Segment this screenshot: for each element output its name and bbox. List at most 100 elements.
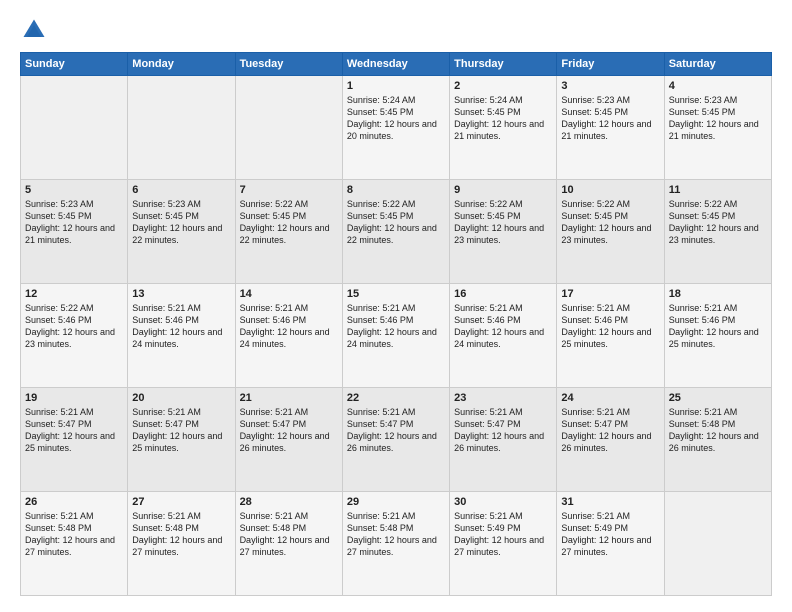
calendar-week-5: 26 Sunrise: 5:21 AMSunset: 5:48 PMDayligh… — [21, 492, 772, 596]
calendar-cell: 14 Sunrise: 5:21 AMSunset: 5:46 PMDayligh… — [235, 284, 342, 388]
calendar: SundayMondayTuesdayWednesdayThursdayFrid… — [20, 52, 772, 596]
weekday-header-friday: Friday — [557, 53, 664, 76]
calendar-cell: 16 Sunrise: 5:21 AMSunset: 5:46 PMDayligh… — [450, 284, 557, 388]
calendar-cell: 2 Sunrise: 5:24 AMSunset: 5:45 PMDaylight… — [450, 76, 557, 180]
calendar-cell: 20 Sunrise: 5:21 AMSunset: 5:47 PMDayligh… — [128, 388, 235, 492]
cell-details: Sunrise: 5:21 AMSunset: 5:46 PMDaylight:… — [561, 302, 659, 351]
day-number: 20 — [132, 392, 230, 404]
calendar-cell: 10 Sunrise: 5:22 AMSunset: 5:45 PMDayligh… — [557, 180, 664, 284]
cell-details: Sunrise: 5:21 AMSunset: 5:47 PMDaylight:… — [454, 406, 552, 455]
calendar-cell: 12 Sunrise: 5:22 AMSunset: 5:46 PMDayligh… — [21, 284, 128, 388]
cell-details: Sunrise: 5:21 AMSunset: 5:46 PMDaylight:… — [454, 302, 552, 351]
day-number: 14 — [240, 288, 338, 300]
cell-details: Sunrise: 5:21 AMSunset: 5:48 PMDaylight:… — [25, 510, 123, 559]
cell-details: Sunrise: 5:22 AMSunset: 5:45 PMDaylight:… — [454, 198, 552, 247]
day-number: 3 — [561, 80, 659, 92]
calendar-cell: 11 Sunrise: 5:22 AMSunset: 5:45 PMDayligh… — [664, 180, 771, 284]
calendar-cell: 6Sunrise: 5:23 AMSunset: 5:45 PMDaylight… — [128, 180, 235, 284]
cell-details: Sunrise: 5:21 AMSunset: 5:49 PMDaylight:… — [454, 510, 552, 559]
cell-details: Sunrise: 5:21 AMSunset: 5:48 PMDaylight:… — [347, 510, 445, 559]
cell-details: Sunrise: 5:21 AMSunset: 5:47 PMDaylight:… — [347, 406, 445, 455]
day-number: 7 — [240, 184, 338, 196]
day-number: 22 — [347, 392, 445, 404]
day-number: 16 — [454, 288, 552, 300]
day-number: 15 — [347, 288, 445, 300]
cell-details: Sunrise: 5:21 AMSunset: 5:48 PMDaylight:… — [240, 510, 338, 559]
day-number: 26 — [25, 496, 123, 508]
calendar-cell: 17 Sunrise: 5:21 AMSunset: 5:46 PMDayligh… — [557, 284, 664, 388]
cell-details: Sunrise: 5:21 AMSunset: 5:46 PMDaylight:… — [669, 302, 767, 351]
day-number: 27 — [132, 496, 230, 508]
calendar-cell: 8 Sunrise: 5:22 AMSunset: 5:45 PMDaylight… — [342, 180, 449, 284]
calendar-cell — [128, 76, 235, 180]
calendar-cell: 19 Sunrise: 5:21 AMSunset: 5:47 PMDayligh… — [21, 388, 128, 492]
day-number: 11 — [669, 184, 767, 196]
day-number: 28 — [240, 496, 338, 508]
cell-details: Sunrise: 5:21 AMSunset: 5:47 PMDaylight:… — [132, 406, 230, 455]
day-number: 10 — [561, 184, 659, 196]
day-number: 4 — [669, 80, 767, 92]
day-number: 6 — [132, 184, 230, 196]
header — [20, 16, 772, 44]
cell-details: Sunrise: 5:22 AMSunset: 5:45 PMDaylight:… — [347, 198, 445, 247]
cell-details: Sunrise: 5:21 AMSunset: 5:47 PMDaylight:… — [25, 406, 123, 455]
calendar-cell: 13 Sunrise: 5:21 AMSunset: 5:46 PMDayligh… — [128, 284, 235, 388]
page: SundayMondayTuesdayWednesdayThursdayFrid… — [0, 0, 792, 612]
cell-details: Sunrise: 5:22 AMSunset: 5:46 PMDaylight:… — [25, 302, 123, 351]
day-number: 5 — [25, 184, 123, 196]
day-number: 8 — [347, 184, 445, 196]
calendar-cell: 28 Sunrise: 5:21 AMSunset: 5:48 PMDayligh… — [235, 492, 342, 596]
day-number: 25 — [669, 392, 767, 404]
cell-details: Sunrise: 5:22 AMSunset: 5:45 PMDaylight:… — [240, 198, 338, 247]
cell-details: Sunrise: 5:21 AMSunset: 5:46 PMDaylight:… — [240, 302, 338, 351]
calendar-cell: 24 Sunrise: 5:21 AMSunset: 5:47 PMDayligh… — [557, 388, 664, 492]
cell-details: Sunrise: 5:23 AMSunset: 5:45 PMDaylight:… — [25, 198, 123, 247]
cell-details: Sunrise: 5:21 AMSunset: 5:46 PMDaylight:… — [347, 302, 445, 351]
weekday-header-sunday: Sunday — [21, 53, 128, 76]
calendar-table: SundayMondayTuesdayWednesdayThursdayFrid… — [20, 52, 772, 596]
day-number: 23 — [454, 392, 552, 404]
cell-details: Sunrise: 5:21 AMSunset: 5:48 PMDaylight:… — [132, 510, 230, 559]
calendar-cell: 4Sunrise: 5:23 AMSunset: 5:45 PMDaylight… — [664, 76, 771, 180]
day-number: 21 — [240, 392, 338, 404]
day-number: 31 — [561, 496, 659, 508]
day-number: 18 — [669, 288, 767, 300]
weekday-header-monday: Monday — [128, 53, 235, 76]
calendar-cell: 7 Sunrise: 5:22 AMSunset: 5:45 PMDaylight… — [235, 180, 342, 284]
calendar-cell: 3Sunrise: 5:23 AMSunset: 5:45 PMDaylight… — [557, 76, 664, 180]
day-number: 17 — [561, 288, 659, 300]
cell-details: Sunrise: 5:21 AMSunset: 5:47 PMDaylight:… — [240, 406, 338, 455]
cell-details: Sunrise: 5:21 AMSunset: 5:47 PMDaylight:… — [561, 406, 659, 455]
calendar-cell: 29 Sunrise: 5:21 AMSunset: 5:48 PMDayligh… — [342, 492, 449, 596]
weekday-header-wednesday: Wednesday — [342, 53, 449, 76]
cell-details: Sunrise: 5:22 AMSunset: 5:45 PMDaylight:… — [669, 198, 767, 247]
day-number: 29 — [347, 496, 445, 508]
day-number: 24 — [561, 392, 659, 404]
weekday-header-row: SundayMondayTuesdayWednesdayThursdayFrid… — [21, 53, 772, 76]
cell-details: Sunrise: 5:21 AMSunset: 5:46 PMDaylight:… — [132, 302, 230, 351]
day-number: 9 — [454, 184, 552, 196]
day-number: 13 — [132, 288, 230, 300]
cell-details: Sunrise: 5:24 AMSunset: 5:45 PMDaylight:… — [454, 94, 552, 143]
calendar-cell: 31Sunrise: 5:21 AMSunset: 5:49 PMDayligh… — [557, 492, 664, 596]
calendar-cell: 9 Sunrise: 5:22 AMSunset: 5:45 PMDaylight… — [450, 180, 557, 284]
day-number: 19 — [25, 392, 123, 404]
calendar-cell: 21 Sunrise: 5:21 AMSunset: 5:47 PMDayligh… — [235, 388, 342, 492]
calendar-cell — [21, 76, 128, 180]
calendar-cell: 23 Sunrise: 5:21 AMSunset: 5:47 PMDayligh… — [450, 388, 557, 492]
calendar-week-4: 19 Sunrise: 5:21 AMSunset: 5:47 PMDayligh… — [21, 388, 772, 492]
calendar-cell: 22 Sunrise: 5:21 AMSunset: 5:47 PMDayligh… — [342, 388, 449, 492]
calendar-cell: 26 Sunrise: 5:21 AMSunset: 5:48 PMDayligh… — [21, 492, 128, 596]
calendar-week-2: 5 Sunrise: 5:23 AMSunset: 5:45 PMDaylight… — [21, 180, 772, 284]
day-number: 1 — [347, 80, 445, 92]
cell-details: Sunrise: 5:22 AMSunset: 5:45 PMDaylight:… — [561, 198, 659, 247]
day-number: 2 — [454, 80, 552, 92]
calendar-week-1: 1 Sunrise: 5:24 AMSunset: 5:45 PMDaylight… — [21, 76, 772, 180]
calendar-week-3: 12 Sunrise: 5:22 AMSunset: 5:46 PMDayligh… — [21, 284, 772, 388]
day-number: 30 — [454, 496, 552, 508]
calendar-cell: 1Sunrise: 5:24 AMSunset: 5:45 PMDaylight… — [342, 76, 449, 180]
logo-icon — [20, 16, 48, 44]
calendar-cell: 15 Sunrise: 5:21 AMSunset: 5:46 PMDayligh… — [342, 284, 449, 388]
weekday-header-saturday: Saturday — [664, 53, 771, 76]
day-number: 12 — [25, 288, 123, 300]
